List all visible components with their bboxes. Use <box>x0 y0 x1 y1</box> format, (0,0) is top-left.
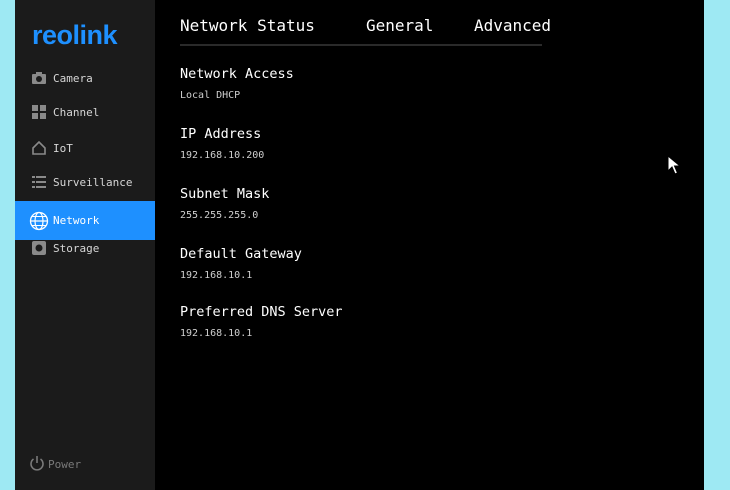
field-value: 192.168.10.1 <box>180 270 253 281</box>
reolink-logo: reolink <box>32 20 119 50</box>
camera-icon <box>29 68 49 88</box>
field-label: Default Gateway <box>180 246 302 262</box>
tab-advanced[interactable]: Advanced <box>474 16 551 35</box>
sidebar-item-label: IoT <box>53 141 73 155</box>
home-iot-icon <box>29 138 49 158</box>
tab-bar: Network Status General Advanced <box>180 14 551 46</box>
sidebar-item-channel[interactable]: Channel <box>15 93 155 131</box>
tab-network-status[interactable]: Network Status <box>180 16 315 35</box>
sidebar-item-label: Surveillance <box>53 175 133 189</box>
field-label: Subnet Mask <box>180 186 270 202</box>
power-button[interactable]: Power <box>29 455 81 474</box>
field-label: Preferred DNS Server <box>180 304 343 320</box>
field-label: Network Access <box>180 66 294 82</box>
field-value: 192.168.10.1 <box>180 328 253 339</box>
tab-general[interactable]: General <box>366 16 433 35</box>
sidebar-item-label: Camera <box>53 71 93 85</box>
sidebar-item-label: Network <box>53 214 100 227</box>
field-value: 192.168.10.200 <box>180 150 265 161</box>
sidebar-item-iot[interactable]: IoT <box>15 129 155 167</box>
subnet-mask-field: Subnet Mask 255.255.255.0 <box>180 186 269 221</box>
field-value: Local DHCP <box>180 90 241 101</box>
ip-address-field: IP Address 192.168.10.200 <box>180 126 264 161</box>
power-icon <box>29 455 45 474</box>
power-label: Power <box>48 458 82 471</box>
channel-grid-icon <box>29 102 49 122</box>
sidebar-item-label: Channel <box>53 105 100 119</box>
sidebar-item-storage[interactable]: Storage <box>15 229 155 267</box>
network-access-field: Network Access Local DHCP <box>180 66 294 101</box>
sidebar-item-surveillance[interactable]: Surveillance <box>15 163 155 201</box>
sidebar: reolink Camera Channel IoT Surveillance <box>15 0 155 490</box>
mouse-cursor-icon <box>667 155 681 175</box>
sidebar-item-label: Storage <box>53 241 100 255</box>
list-icon <box>29 172 49 192</box>
preferred-dns-field: Preferred DNS Server 192.168.10.1 <box>180 304 343 339</box>
nvr-screen: reolink Camera Channel IoT Surveillance <box>15 0 704 490</box>
storage-disk-icon <box>29 238 49 258</box>
globe-icon <box>29 211 49 231</box>
svg-text:reolink: reolink <box>32 20 119 50</box>
sidebar-item-camera[interactable]: Camera <box>15 59 155 97</box>
field-value: 255.255.255.0 <box>180 210 259 221</box>
field-label: IP Address <box>180 126 262 142</box>
default-gateway-field: Default Gateway 192.168.10.1 <box>180 246 302 281</box>
